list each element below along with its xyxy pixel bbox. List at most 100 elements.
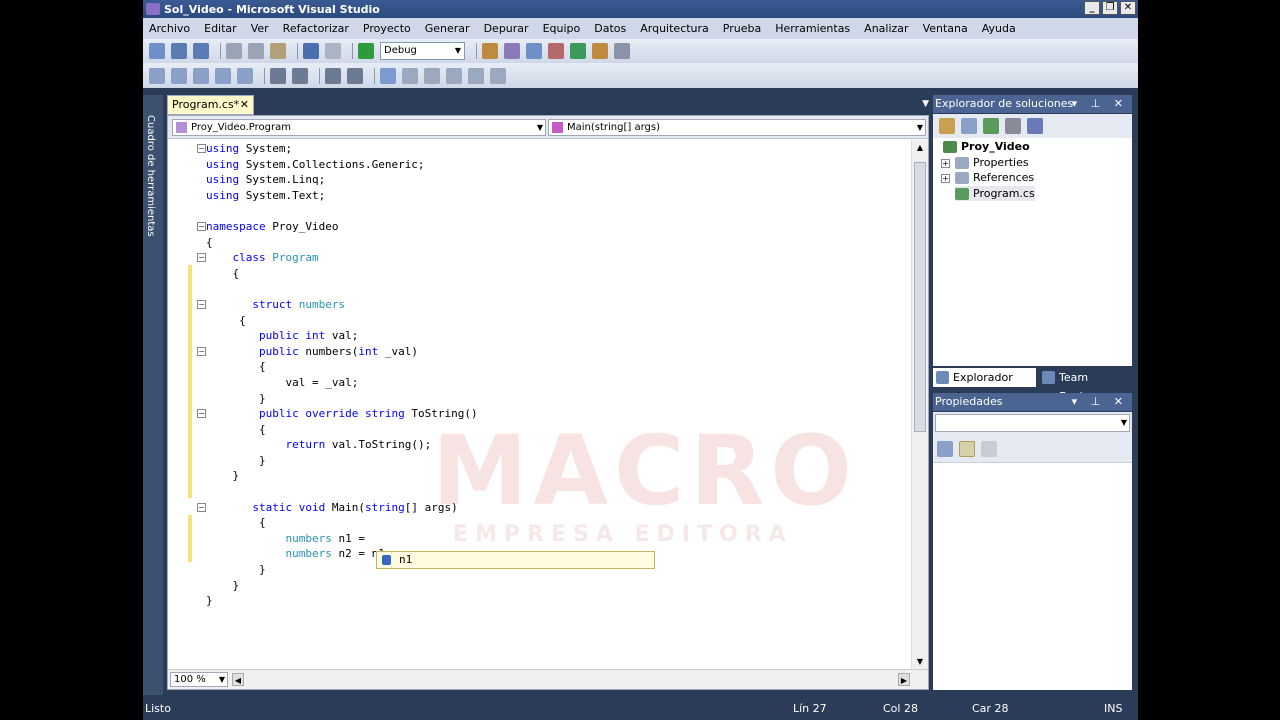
bookmark-icon[interactable] bbox=[380, 67, 396, 84]
code-line[interactable]: static void Main(string[] args) bbox=[206, 500, 478, 516]
code-line[interactable]: } bbox=[206, 453, 478, 469]
class-diagram-icon[interactable] bbox=[1027, 118, 1043, 134]
menu-item-archivo[interactable]: Archivo bbox=[149, 22, 190, 35]
panel-controls[interactable]: ▾ ⊥ ✕ bbox=[1072, 393, 1128, 411]
code-text[interactable]: using System; using System.Collections.Ge… bbox=[206, 141, 478, 609]
code-line[interactable]: } bbox=[206, 391, 478, 407]
quick-info-icon[interactable] bbox=[193, 67, 209, 84]
categorized-icon[interactable] bbox=[937, 441, 953, 457]
tree-node-program-cs[interactable]: Program.cs bbox=[955, 186, 1035, 201]
minimize-button[interactable]: _ bbox=[1084, 1, 1100, 15]
scroll-thumb[interactable] bbox=[914, 162, 926, 432]
tree-node-references[interactable]: + References bbox=[941, 170, 1034, 185]
clear-bookmarks-icon[interactable] bbox=[490, 67, 506, 84]
code-line[interactable]: numbers n1 = bbox=[206, 531, 478, 547]
properties-object-select[interactable]: ▼ bbox=[935, 414, 1130, 432]
code-line[interactable]: struct numbers bbox=[206, 297, 478, 313]
format-icon[interactable] bbox=[237, 67, 253, 84]
intellisense-item[interactable]: n1 bbox=[399, 553, 412, 566]
find-icon[interactable] bbox=[482, 43, 498, 59]
copy-icon[interactable] bbox=[248, 43, 264, 59]
menu-item-ver[interactable]: Ver bbox=[251, 22, 269, 35]
tab-list-icon[interactable]: ▼ bbox=[922, 99, 929, 109]
menu-item-herramientas[interactable]: Herramientas bbox=[775, 22, 850, 35]
toolbox-icon[interactable] bbox=[570, 43, 586, 59]
code-area[interactable]: MACRO EMPRESA EDITORA − − − − − − − using Syst… bbox=[168, 140, 910, 670]
code-line[interactable]: { bbox=[206, 235, 478, 251]
comment-icon[interactable] bbox=[325, 67, 341, 84]
next-bookmark-folder-icon[interactable] bbox=[468, 67, 484, 84]
toolbox-strip[interactable]: Cuadro de herramientas bbox=[143, 95, 163, 695]
member-dropdown[interactable]: Main(string[] args) ▼ bbox=[548, 119, 926, 136]
code-line[interactable]: class Program bbox=[206, 250, 478, 266]
decrease-indent-icon[interactable] bbox=[270, 67, 286, 84]
start-debugging-icon[interactable] bbox=[358, 43, 374, 59]
code-line[interactable]: using System.Text; bbox=[206, 188, 478, 204]
menu-item-ventana[interactable]: Ventana bbox=[923, 22, 968, 35]
code-line[interactable]: using System.Linq; bbox=[206, 172, 478, 188]
scroll-up-icon[interactable]: ▲ bbox=[914, 142, 926, 154]
next-bookmark-icon[interactable] bbox=[424, 67, 440, 84]
intellisense-popup[interactable]: n1 bbox=[376, 551, 655, 569]
uncomment-icon[interactable] bbox=[347, 67, 363, 84]
expand-icon[interactable]: + bbox=[941, 173, 950, 183]
menu-item-prueba[interactable]: Prueba bbox=[723, 22, 761, 35]
menu-item-equipo[interactable]: Equipo bbox=[543, 22, 581, 35]
paste-icon[interactable] bbox=[270, 43, 286, 59]
solution-explorer-icon[interactable] bbox=[504, 43, 520, 59]
code-line[interactable]: return val.ToString(); bbox=[206, 437, 478, 453]
code-editor[interactable]: Proy_Video.Program ▼ Main(string[] args)… bbox=[167, 115, 929, 690]
save-icon[interactable] bbox=[171, 43, 187, 59]
complete-word-icon[interactable] bbox=[215, 67, 231, 84]
menu-item-ayuda[interactable]: Ayuda bbox=[982, 22, 1016, 35]
properties-icon[interactable] bbox=[526, 43, 542, 59]
expand-icon[interactable]: + bbox=[941, 158, 950, 168]
previous-bookmark-folder-icon[interactable] bbox=[446, 67, 462, 84]
show-all-files-icon[interactable] bbox=[961, 118, 977, 134]
code-line[interactable]: } bbox=[206, 468, 478, 484]
code-line[interactable]: public numbers(int _val) bbox=[206, 344, 478, 360]
toolbox-label[interactable]: Cuadro de herramientas bbox=[145, 115, 156, 237]
scroll-left-icon[interactable]: ◀ bbox=[232, 673, 244, 686]
code-line[interactable]: { bbox=[206, 359, 478, 375]
tree-node-properties[interactable]: + Properties bbox=[941, 155, 1029, 170]
menu-item-editar[interactable]: Editar bbox=[204, 22, 237, 35]
menu-item-refactorizar[interactable]: Refactorizar bbox=[283, 22, 349, 35]
undo-icon[interactable] bbox=[303, 43, 319, 59]
code-line[interactable]: val = _val; bbox=[206, 375, 478, 391]
menu-item-arquitectura[interactable]: Arquitectura bbox=[640, 22, 709, 35]
collapse-region-icon[interactable]: − bbox=[197, 346, 206, 356]
member-list-icon[interactable] bbox=[149, 67, 165, 84]
view-code-icon[interactable] bbox=[1005, 118, 1021, 134]
zoom-select[interactable]: 100 % ▼ bbox=[170, 672, 228, 687]
previous-bookmark-icon[interactable] bbox=[402, 67, 418, 84]
code-line[interactable]: using System; bbox=[206, 141, 478, 157]
collapse-region-icon[interactable]: − bbox=[197, 253, 206, 263]
tab-program-cs[interactable]: Program.cs* ✕ bbox=[167, 95, 254, 115]
properties-grid[interactable] bbox=[933, 462, 1132, 690]
code-line[interactable]: { bbox=[206, 266, 478, 282]
code-line[interactable]: using System.Collections.Generic; bbox=[206, 157, 478, 173]
code-line[interactable]: { bbox=[206, 313, 478, 329]
code-line[interactable] bbox=[206, 203, 478, 219]
close-button[interactable]: ✕ bbox=[1120, 1, 1136, 15]
new-project-icon[interactable] bbox=[149, 43, 165, 59]
scroll-right-icon[interactable]: ▶ bbox=[898, 673, 910, 686]
code-line[interactable]: } bbox=[206, 593, 478, 609]
object-browser-icon[interactable] bbox=[548, 43, 564, 59]
refresh-icon[interactable] bbox=[983, 118, 999, 134]
menu-item-generar[interactable]: Generar bbox=[425, 22, 470, 35]
menu-item-depurar[interactable]: Depurar bbox=[484, 22, 529, 35]
tree-node-project[interactable]: Proy_Video bbox=[943, 139, 1030, 154]
collapse-region-icon[interactable]: − bbox=[197, 502, 206, 512]
code-line[interactable]: { bbox=[206, 515, 478, 531]
properties-icon[interactable] bbox=[939, 118, 955, 134]
code-line[interactable]: public override string ToString() bbox=[206, 406, 478, 422]
type-dropdown[interactable]: Proy_Video.Program ▼ bbox=[172, 119, 546, 136]
alphabetical-icon[interactable] bbox=[959, 441, 975, 457]
restore-button[interactable]: ❐ bbox=[1102, 1, 1118, 15]
start-page-icon[interactable] bbox=[592, 43, 608, 59]
code-line[interactable]: namespace Proy_Video bbox=[206, 219, 478, 235]
collapse-region-icon[interactable]: − bbox=[197, 144, 206, 153]
menu-item-analizar[interactable]: Analizar bbox=[864, 22, 908, 35]
